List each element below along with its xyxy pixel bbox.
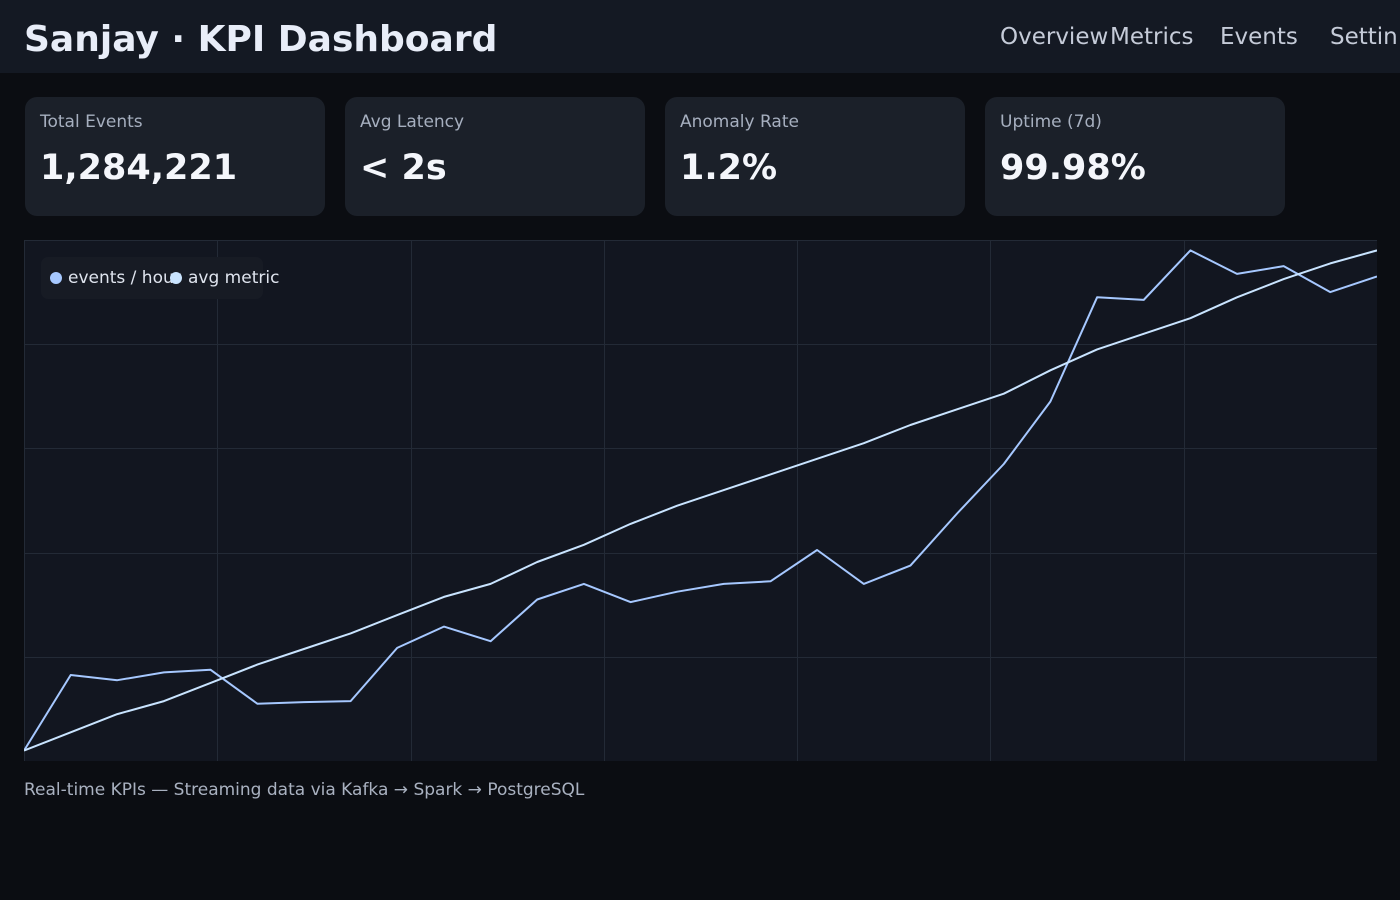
- kpi-label: Total Events: [40, 112, 143, 132]
- kpi-label: Avg Latency: [360, 112, 465, 132]
- series-line-avg-metric: [24, 249, 1377, 752]
- kpi-card-uptime: Uptime (7d) 99.98%: [985, 97, 1285, 216]
- chart-legend: events / hour avg metric: [41, 257, 279, 299]
- legend-label: avg metric: [188, 268, 280, 288]
- line-chart: [24, 240, 1377, 761]
- page-title: Sanjay · KPI Dashboard: [24, 19, 498, 60]
- kpi-label: Uptime (7d): [1000, 112, 1102, 132]
- line-chart-panel: events / hour avg metric: [24, 240, 1377, 761]
- kpi-value: < 2s: [360, 148, 447, 188]
- top-bar: Sanjay · KPI Dashboard Overview Metrics …: [0, 0, 1400, 73]
- kpi-card-total-events: Total Events 1,284,221: [25, 97, 325, 216]
- kpi-card-avg-latency: Avg Latency < 2s: [345, 97, 645, 216]
- kpi-label: Anomaly Rate: [680, 112, 799, 132]
- kpi-value: 1.2%: [680, 148, 778, 188]
- kpi-card-anomaly-rate: Anomaly Rate 1.2%: [665, 97, 965, 216]
- legend-label: events / hour: [68, 268, 181, 288]
- nav-metrics[interactable]: Metrics: [1110, 23, 1194, 51]
- kpi-value: 1,284,221: [40, 148, 238, 188]
- nav-overview[interactable]: Overview: [1000, 23, 1108, 51]
- chart-series: [24, 249, 1377, 752]
- kpi-value: 99.98%: [1000, 148, 1146, 188]
- legend-swatch: [50, 272, 62, 284]
- legend-swatch: [170, 272, 182, 284]
- nav-settings[interactable]: Settin: [1330, 23, 1398, 51]
- footer-caption: Real-time KPIs — Streaming data via Kafk…: [24, 780, 585, 800]
- nav-events[interactable]: Events: [1220, 23, 1298, 51]
